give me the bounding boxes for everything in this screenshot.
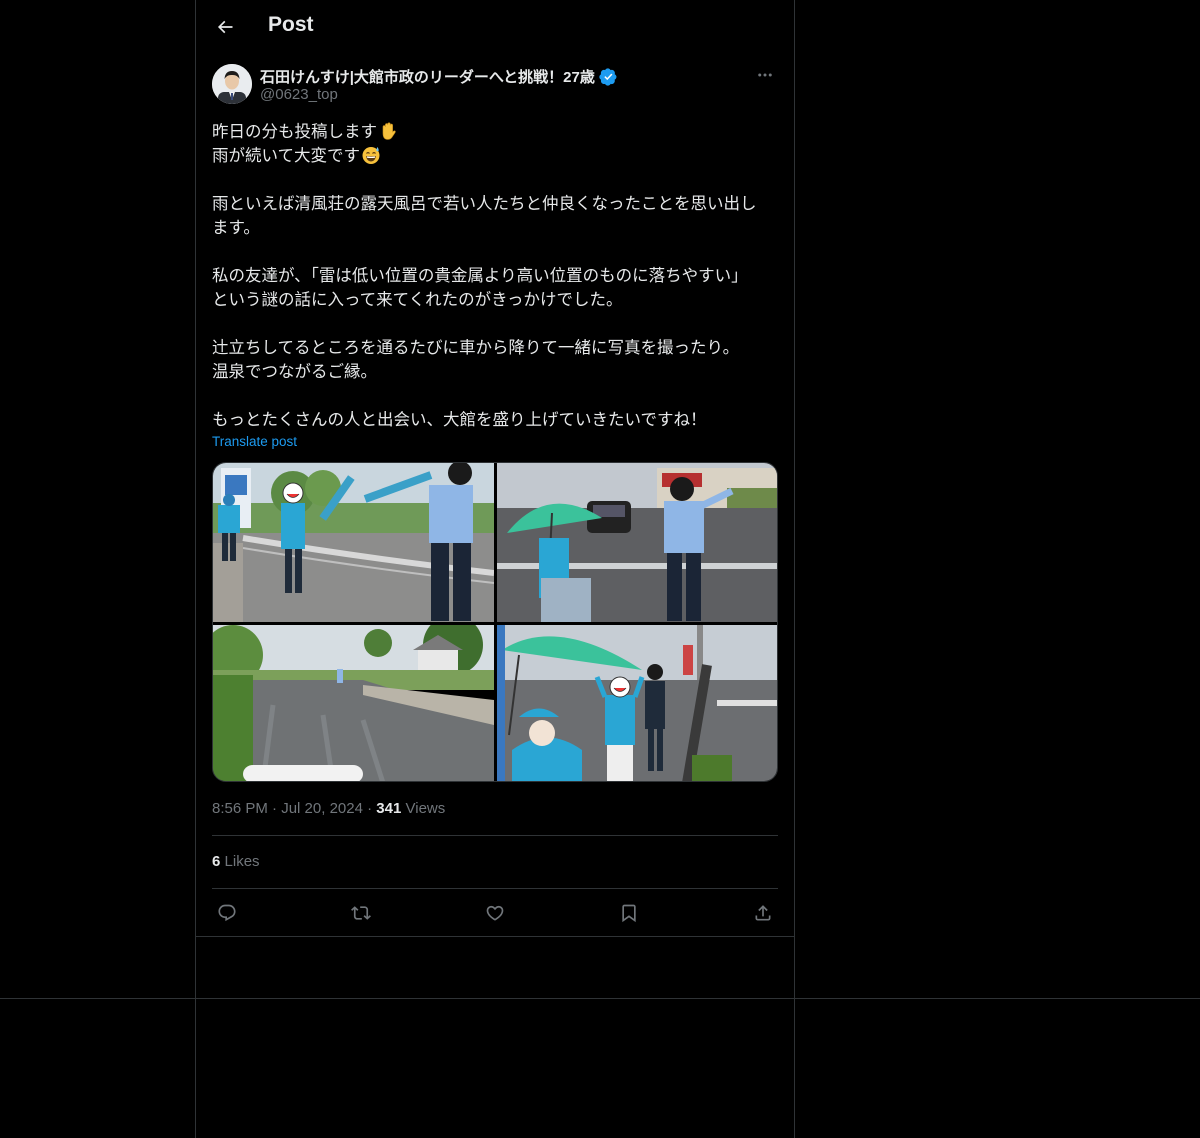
media-grid: [212, 462, 778, 782]
section-divider: [0, 998, 1200, 999]
grinning-sweat-emoji-icon: [361, 145, 381, 165]
like-icon: [486, 905, 504, 921]
photo-3[interactable]: [213, 625, 494, 781]
post-line: 温泉でつながるご縁。: [212, 363, 377, 381]
translate-post-link[interactable]: Translate post: [212, 434, 297, 449]
more-button[interactable]: [752, 64, 778, 86]
divider: [196, 936, 794, 937]
post-line: 雨が続いて大変です: [212, 144, 778, 168]
share-icon: [755, 905, 771, 921]
post-date[interactable]: Jul 20, 2024: [281, 800, 363, 817]
divider: [212, 888, 778, 889]
more-icon: [758, 73, 772, 77]
post-line: 私の友達が、「雷は低い位置の貴金属より高い位置のものに落ちやすい」: [212, 267, 748, 285]
verified-badge-icon: [599, 67, 617, 86]
meta-separator: ·: [367, 800, 373, 817]
meta-separator: ·: [272, 800, 278, 817]
post-line: 雨といえば清風荘の露天風呂で若い人たちと仲良くなったことを思い出し: [212, 195, 757, 213]
photo-4[interactable]: [497, 625, 777, 781]
retweet-icon: [351, 906, 371, 920]
bookmark-icon: [622, 904, 636, 923]
reply-button[interactable]: [212, 898, 242, 928]
post-line: という謎の話に入って来てくれたのがきっかけでした。: [212, 291, 623, 309]
bookmark-button[interactable]: [614, 898, 644, 928]
post-line: 辻立ちしてるところを通るたびに車から降りて一緒に写真を撮ったり。: [212, 339, 740, 357]
display-name[interactable]: 石田けんすけ|大館市政のリーダーへと挑戦！27歳: [260, 66, 595, 87]
views-label: Views: [405, 800, 446, 817]
name-row: 石田けんすけ|大館市政のリーダーへと挑戦！27歳: [260, 66, 617, 87]
likes-label: Likes: [224, 853, 260, 870]
post-header: Post: [196, 0, 794, 53]
post-author: 石田けんすけ|大館市政のリーダーへと挑戦！27歳 @0623_top: [212, 64, 778, 108]
photo-2[interactable]: [497, 463, 777, 622]
back-arrow-icon: [217, 20, 233, 34]
post-line: 昨日の分も投稿します: [212, 120, 778, 144]
avatar[interactable]: [212, 64, 252, 104]
photo-1[interactable]: [213, 463, 494, 622]
like-button[interactable]: [480, 898, 510, 928]
handle[interactable]: @0623_top: [260, 86, 338, 103]
post-time[interactable]: 8:56 PM: [212, 800, 268, 817]
post-line: もっとたくさんの人と出会い、大館を盛り上げていきたいですね！: [212, 411, 707, 429]
views-count: 341: [376, 800, 402, 817]
page-title: Post: [268, 13, 314, 36]
post-meta: 8:56 PM · Jul 20, 2024 · 341 Views: [212, 800, 445, 817]
post-line: ます。: [212, 219, 260, 237]
likes-link[interactable]: 6 Likes: [212, 853, 260, 870]
post-text: 昨日の分も投稿します 雨が続いて大変です 雨といえば清風荘の露天風呂で若い人たち…: [212, 120, 778, 432]
likes-count: 6: [212, 853, 221, 870]
divider: [212, 835, 778, 836]
raised-hand-emoji-icon: [378, 121, 398, 141]
reply-icon: [218, 904, 236, 922]
primary-column: Post 石田けんすけ|大館市政のリーダーへと挑戦！27歳 @0623_top …: [195, 0, 795, 1138]
back-button[interactable]: [208, 10, 242, 44]
share-button[interactable]: [748, 898, 778, 928]
retweet-button[interactable]: [346, 898, 376, 928]
action-bar: [212, 898, 778, 928]
